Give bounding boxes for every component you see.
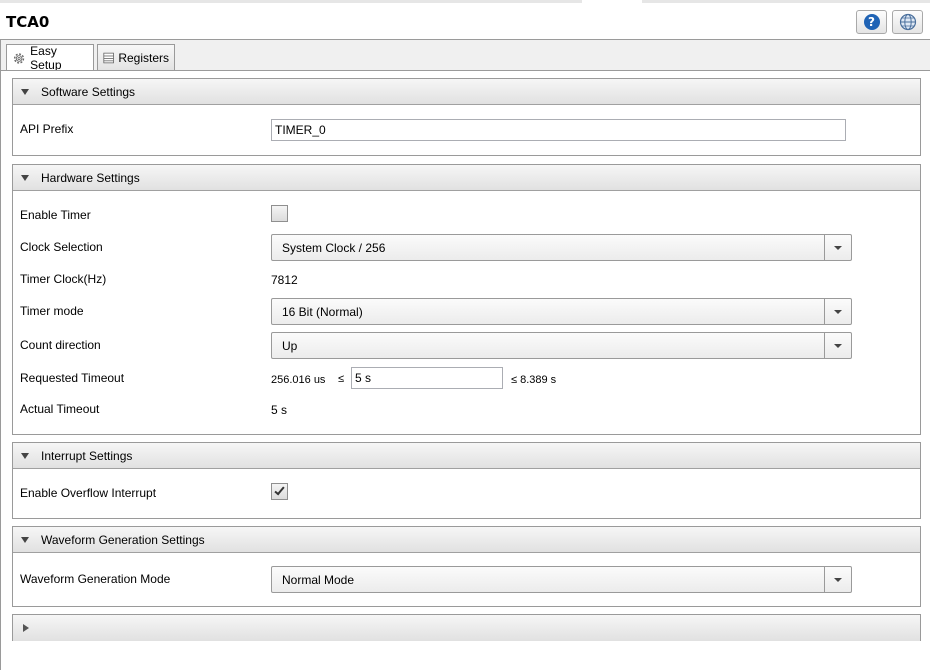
actual-timeout-label: Actual Timeout	[20, 402, 100, 416]
enable-overflow-interrupt-checkbox[interactable]	[271, 483, 288, 500]
timeout-le-symbol: ≤	[338, 373, 345, 385]
collapsed-section-header[interactable]	[13, 615, 920, 641]
checkmark-icon	[274, 484, 285, 496]
waveform-generation-header[interactable]: Waveform Generation Settings	[13, 527, 920, 553]
tab-registers[interactable]: Registers	[97, 44, 175, 70]
interrupt-settings-section: Interrupt Settings Enable Overflow Inter…	[12, 442, 921, 519]
api-prefix-label: API Prefix	[20, 122, 74, 136]
clock-selection-dropdown[interactable]: System Clock / 256	[271, 234, 852, 261]
section-title: Hardware Settings	[41, 170, 140, 185]
expand-icon	[23, 624, 29, 632]
count-direction-dropdown[interactable]: Up	[271, 332, 852, 359]
collapse-icon	[21, 174, 29, 181]
dropdown-button[interactable]	[824, 333, 851, 358]
requested-timeout-label: Requested Timeout	[20, 371, 125, 385]
tab-registers-label: Registers	[118, 50, 169, 65]
waveform-mode-value: Normal Mode	[282, 573, 355, 587]
clock-selection-label: Clock Selection	[20, 240, 103, 254]
collapse-icon	[21, 536, 29, 543]
enable-timer-label: Enable Timer	[20, 208, 91, 222]
tab-easy-setup-label: Easy Setup	[30, 44, 62, 72]
window-title: TCA0	[6, 13, 50, 31]
timeout-min: 256.016 us	[271, 374, 326, 386]
timeout-max: ≤ 8.389 s	[511, 374, 557, 386]
help-icon: ?	[863, 14, 880, 30]
timer-mode-label: Timer mode	[20, 304, 84, 318]
actual-timeout-value: 5 s	[271, 403, 288, 417]
globe-icon	[899, 13, 916, 31]
chevron-down-icon	[834, 577, 842, 582]
enable-timer-checkbox[interactable]	[271, 205, 288, 222]
chevron-down-icon	[834, 309, 842, 314]
help-button[interactable]: ?	[856, 10, 887, 34]
waveform-mode-dropdown[interactable]: Normal Mode	[271, 566, 852, 593]
requested-timeout-input[interactable]: 5 s	[351, 367, 503, 389]
collapse-icon	[21, 88, 29, 95]
hardware-settings-header[interactable]: Hardware Settings	[13, 165, 920, 191]
section-title: Waveform Generation Settings	[41, 532, 205, 547]
timer-mode-value: 16 Bit (Normal)	[282, 305, 363, 319]
waveform-generation-section: Waveform Generation Settings Waveform Ge…	[12, 526, 921, 607]
chevron-down-icon	[834, 245, 842, 250]
collapse-icon	[21, 452, 29, 459]
section-title: Software Settings	[41, 84, 136, 99]
dropdown-button[interactable]	[824, 299, 851, 324]
software-settings-header[interactable]: Software Settings	[13, 79, 920, 105]
section-title: Interrupt Settings	[41, 448, 133, 463]
web-button[interactable]	[892, 10, 923, 34]
software-settings-section: Software Settings API Prefix TIMER_0	[12, 78, 921, 156]
clock-selection-value: System Clock / 256	[282, 241, 386, 255]
hardware-settings-section: Hardware Settings Enable Timer Clock Sel…	[12, 164, 921, 435]
count-direction-value: Up	[282, 339, 298, 353]
collapsed-section	[12, 614, 921, 641]
tab-easy-setup[interactable]: Easy Setup	[6, 44, 94, 72]
dropdown-button[interactable]	[824, 235, 851, 260]
timer-clock-label: Timer Clock(Hz)	[20, 272, 107, 286]
dropdown-button[interactable]	[824, 567, 851, 592]
chevron-down-icon	[834, 343, 842, 348]
timer-clock-value: 7812	[271, 273, 298, 287]
enable-overflow-interrupt-label: Enable Overflow Interrupt	[20, 486, 157, 500]
interrupt-settings-header[interactable]: Interrupt Settings	[13, 443, 920, 469]
count-direction-label: Count direction	[20, 338, 101, 352]
waveform-mode-label: Waveform Generation Mode	[20, 572, 171, 586]
timer-mode-dropdown[interactable]: 16 Bit (Normal)	[271, 298, 852, 325]
gear-icon	[13, 52, 25, 64]
api-prefix-input[interactable]: TIMER_0	[271, 119, 846, 141]
table-icon	[103, 52, 114, 63]
title-bar: TCA0 ?	[0, 3, 930, 39]
